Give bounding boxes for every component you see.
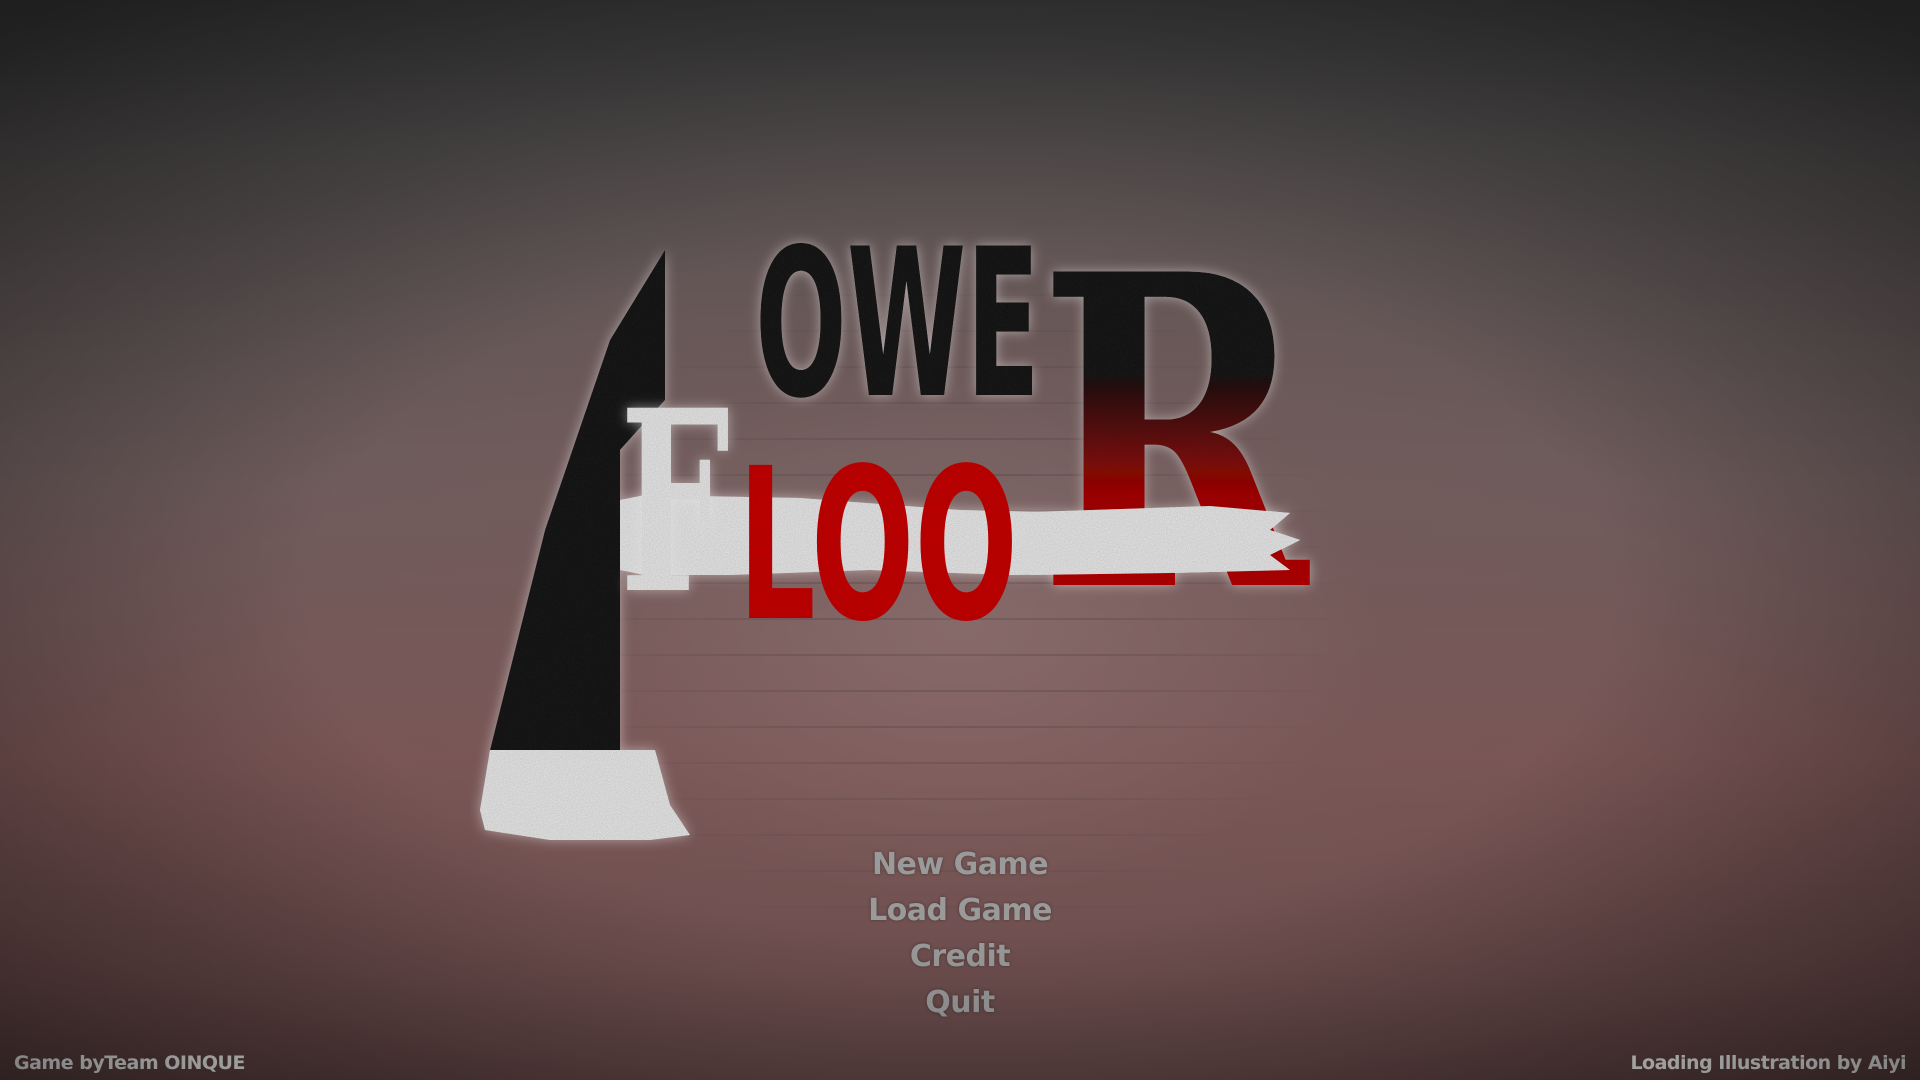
logo-word-top: OWE: [755, 230, 1040, 444]
logo-letter-r: R: [1038, 230, 1312, 687]
illustration-credit: Loading Illustration by Aiyi: [1630, 1052, 1906, 1074]
menu-new-game[interactable]: New Game: [872, 842, 1049, 888]
developer-credit: Game byTeam OINQUE: [14, 1052, 245, 1074]
menu-quit[interactable]: Quit: [925, 980, 995, 1026]
axe-edge: [480, 750, 690, 840]
logo-word-bottom: LOO: [738, 423, 1018, 668]
title-screen: OWE R F LOO New Game Load Game Credit Qu…: [0, 0, 1920, 1080]
logo-text-loo: LOO: [738, 423, 1018, 668]
menu-credit[interactable]: Credit: [910, 934, 1011, 980]
logo-text-r: R: [1038, 230, 1312, 687]
axe-handle-overlay: [1030, 506, 1300, 575]
logo-letter-f: F: [620, 355, 730, 649]
menu-load-game[interactable]: Load Game: [868, 888, 1052, 934]
logo-text-f: F: [620, 355, 730, 649]
main-menu: New Game Load Game Credit Quit: [760, 842, 1160, 1026]
logo-text-owe: OWE: [755, 230, 1040, 444]
game-logo: OWE R F LOO: [480, 230, 1312, 840]
